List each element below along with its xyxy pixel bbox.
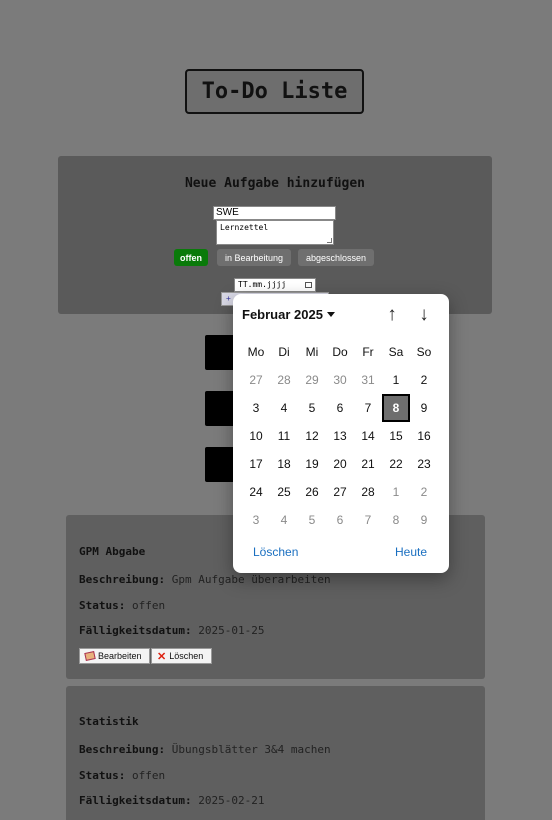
calendar-day[interactable]: 22 <box>382 450 410 478</box>
add-task-panel: Neue Aufgabe hinzufügen SWE Lernzettel o… <box>58 156 492 314</box>
calendar-day[interactable]: 31 <box>354 366 382 394</box>
task-description-value: Gpm Aufgabe überarbeiten <box>171 573 331 586</box>
task-due-value: 2025-01-25 <box>198 624 265 637</box>
calendar-day[interactable]: 9 <box>410 506 438 534</box>
task-description-text: Lernzettel <box>220 223 269 232</box>
calendar-day[interactable]: 3 <box>242 506 270 534</box>
pencil-icon <box>84 651 96 661</box>
task-due-value: 2025-02-21 <box>198 794 265 807</box>
calendar-day[interactable]: 8 <box>382 506 410 534</box>
task-description-row: Beschreibung: Übungsblätter 3&4 machen <box>79 743 331 756</box>
date-picker-popup: Februar 2025 ↑ ↓ Mo Di Mi Do Fr Sa So 27 28 29 30… <box>233 294 449 573</box>
calendar-day[interactable]: 12 <box>298 422 326 450</box>
calendar-day[interactable]: 5 <box>298 506 326 534</box>
status-in-progress-button[interactable]: in Bearbeitung <box>217 249 291 266</box>
calendar-day[interactable]: 5 <box>298 394 326 422</box>
status-open-button[interactable]: offen <box>174 249 208 266</box>
status-done-button[interactable]: abgeschlossen <box>298 249 374 266</box>
caret-down-icon <box>326 312 335 317</box>
month-selector[interactable]: Februar 2025 <box>242 307 335 322</box>
description-label: Beschreibung: <box>79 743 166 756</box>
calendar-day[interactable]: 9 <box>410 394 438 422</box>
add-task-heading: Neue Aufgabe hinzufügen <box>184 176 365 191</box>
resize-grip-icon[interactable] <box>327 238 332 243</box>
delete-label: Löschen <box>169 651 204 661</box>
calendar-day[interactable]: 2 <box>410 478 438 506</box>
calendar-day[interactable]: 6 <box>326 506 354 534</box>
calendar-day[interactable]: 7 <box>354 394 382 422</box>
calendar-day[interactable]: 11 <box>270 422 298 450</box>
task-status-row: Status: offen <box>79 769 165 782</box>
calendar-day[interactable]: 25 <box>270 478 298 506</box>
task-due-row: Fälligkeitsdatum: 2025-02-21 <box>79 794 264 807</box>
task-description-row: Beschreibung: Gpm Aufgabe überarbeiten <box>79 573 331 586</box>
due-date-input[interactable]: TT.mm.jjjj <box>234 278 316 292</box>
weekday-label: Mi <box>305 345 319 359</box>
calendar-day[interactable]: 23 <box>410 450 438 478</box>
arrow-down-icon[interactable]: ↓ <box>413 304 435 326</box>
calendar-day[interactable]: 10 <box>242 422 270 450</box>
calendar-day[interactable]: 28 <box>354 478 382 506</box>
calendar-day[interactable]: 1 <box>382 366 410 394</box>
calendar-day[interactable]: 4 <box>270 506 298 534</box>
weekday-label: So <box>416 345 432 359</box>
task-due-row: Fälligkeitsdatum: 2025-01-25 <box>79 624 264 637</box>
task-status-value: offen <box>131 599 166 612</box>
task-status-row: Status: offen <box>79 599 165 612</box>
calendar-day[interactable]: 1 <box>382 478 410 506</box>
task-name-input[interactable]: SWE <box>213 206 336 220</box>
task-description-value: Übungsblätter 3&4 machen <box>171 743 331 756</box>
weekday-label: Fr <box>362 345 374 359</box>
calendar-day[interactable]: 19 <box>298 450 326 478</box>
weekday-label: Do <box>332 345 348 359</box>
task-title: Statistik <box>79 715 139 728</box>
calendar-day[interactable]: 21 <box>354 450 382 478</box>
arrow-up-icon[interactable]: ↑ <box>381 304 403 326</box>
task-title: GPM Abgabe <box>79 545 146 558</box>
description-label: Beschreibung: <box>79 573 166 586</box>
delete-button[interactable]: ✕ Löschen <box>151 648 212 664</box>
status-label: Status: <box>79 599 126 612</box>
calendar-day[interactable]: 7 <box>354 506 382 534</box>
calendar-day[interactable]: 17 <box>242 450 270 478</box>
calendar-day[interactable]: 18 <box>270 450 298 478</box>
calendar-day[interactable]: 29 <box>298 366 326 394</box>
calendar-day[interactable]: 27 <box>326 478 354 506</box>
due-date-label: Fälligkeitsdatum: <box>79 794 192 807</box>
calendar-day[interactable]: 8 <box>382 394 410 422</box>
calendar-day[interactable]: 2 <box>410 366 438 394</box>
calendar-day[interactable]: 14 <box>354 422 382 450</box>
edit-button[interactable]: Bearbeiten <box>79 648 150 664</box>
calendar-day[interactable]: 30 <box>326 366 354 394</box>
page-title: To-Do Liste <box>185 69 364 114</box>
clear-date-button[interactable]: Löschen <box>253 545 298 559</box>
month-label: Februar 2025 <box>242 307 323 322</box>
calendar-day[interactable]: 26 <box>298 478 326 506</box>
calendar-day[interactable]: 27 <box>242 366 270 394</box>
calendar-day[interactable]: 6 <box>326 394 354 422</box>
calendar-day[interactable]: 20 <box>326 450 354 478</box>
task-card: Statistik Beschreibung: Übungsblätter 3&… <box>66 686 485 820</box>
calendar-day[interactable]: 16 <box>410 422 438 450</box>
weekday-label: Mo <box>247 345 265 359</box>
calendar-day[interactable]: 15 <box>382 422 410 450</box>
status-label: Status: <box>79 769 126 782</box>
calendar-day[interactable]: 28 <box>270 366 298 394</box>
calendar-day[interactable]: 3 <box>242 394 270 422</box>
today-button[interactable]: Heute <box>395 545 427 559</box>
weekday-label: Di <box>278 345 290 359</box>
due-date-label: Fälligkeitsdatum: <box>79 624 192 637</box>
due-date-placeholder: TT.mm.jjjj <box>238 280 287 289</box>
calendar-day[interactable]: 13 <box>326 422 354 450</box>
calendar-icon[interactable] <box>305 282 312 288</box>
close-icon: ✕ <box>157 650 167 663</box>
edit-label: Bearbeiten <box>98 651 142 661</box>
calendar-day[interactable]: 24 <box>242 478 270 506</box>
weekday-label: Sa <box>388 345 404 359</box>
task-status-value: offen <box>131 769 166 782</box>
calendar-day[interactable]: 4 <box>270 394 298 422</box>
task-description-input[interactable]: Lernzettel <box>216 220 334 245</box>
